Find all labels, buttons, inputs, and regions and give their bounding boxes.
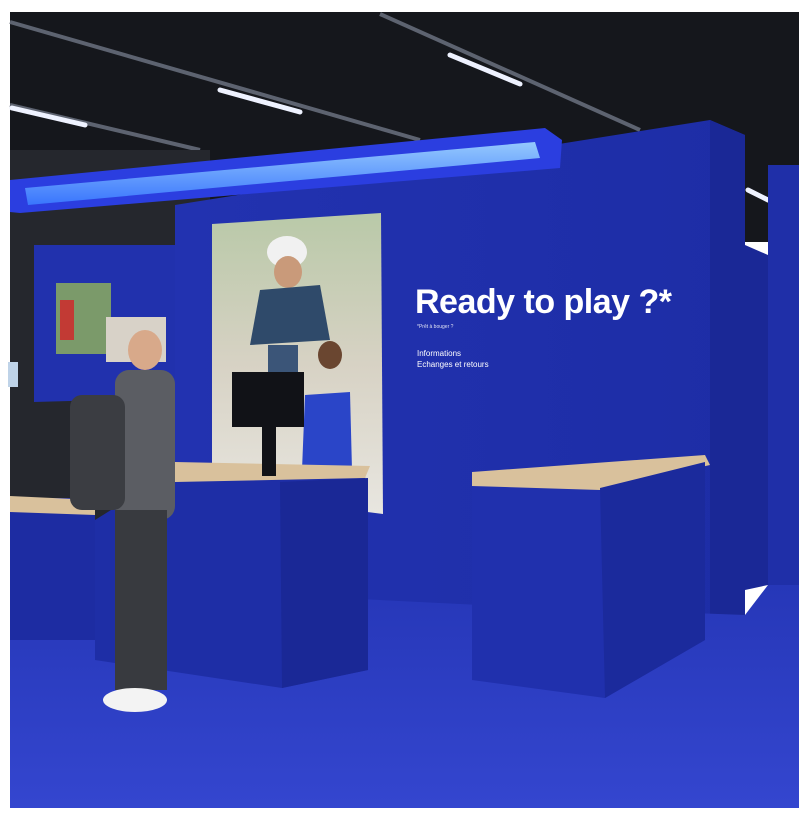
sign-headline: Ready to play ?* — [415, 283, 672, 321]
right-column — [768, 165, 799, 585]
side-desk — [10, 498, 95, 640]
store-render — [0, 0, 799, 808]
store-scene: Ready to play ?* *Prêt à bouger ? Inform… — [0, 0, 799, 808]
sign-info-line-1: Informations — [417, 349, 462, 358]
sign-info-line-2: Echanges et retours — [417, 360, 489, 369]
monitor-icon — [232, 372, 304, 427]
sign-subline: *Prêt à bouger ? — [417, 324, 454, 330]
